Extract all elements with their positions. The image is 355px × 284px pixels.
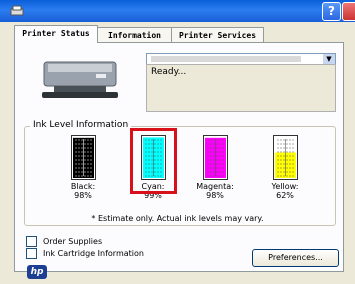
tab-printer-status[interactable]: Printer Status — [14, 25, 98, 43]
yellow-name: Yellow: — [271, 182, 299, 191]
close-button[interactable] — [342, 2, 355, 21]
cyan-highlight-box — [130, 128, 177, 194]
estimate-note: * Estimate only. Actual ink levels may v… — [91, 214, 264, 223]
black-percent: 98% — [74, 191, 92, 200]
yellow-cartridge — [273, 135, 298, 180]
cartridge-info-checkbox[interactable] — [26, 248, 37, 259]
black-label: Black: 98% — [58, 182, 108, 200]
cartridge-info-label: Ink Cartridge Information — [43, 249, 144, 258]
title-bar: ? — [0, 0, 355, 22]
tab-printer-services[interactable]: Printer Services — [171, 27, 264, 42]
printer-app-icon — [10, 5, 24, 16]
order-supplies-link[interactable]: Order Supplies — [26, 236, 102, 247]
preferences-button[interactable]: Preferences... — [252, 249, 339, 267]
magenta-name: Magenta: — [196, 182, 234, 191]
status-text: Ready... — [151, 67, 187, 77]
ink-group-title: Ink Level Information — [30, 120, 132, 130]
order-supplies-checkbox[interactable] — [26, 236, 37, 247]
magenta-cartridge — [203, 135, 228, 180]
hp-logo: hp — [27, 265, 47, 279]
cartridge-info-link[interactable]: Ink Cartridge Information — [26, 248, 144, 259]
magenta-percent: 98% — [206, 191, 224, 200]
black-name: Black: — [70, 182, 96, 191]
magenta-label: Magenta: 98% — [190, 182, 240, 200]
order-supplies-label: Order Supplies — [43, 237, 103, 246]
printer-name-redacted — [151, 56, 301, 62]
printer-image — [42, 61, 118, 98]
black-cartridge — [71, 135, 96, 180]
help-button[interactable]: ? — [322, 2, 341, 21]
yellow-label: Yellow: 62% — [260, 182, 310, 200]
chevron-down-icon[interactable]: ▼ — [323, 54, 335, 64]
yellow-percent: 62% — [276, 191, 294, 200]
status-box: Ready... — [146, 64, 336, 112]
tab-information[interactable]: Information — [97, 27, 172, 42]
